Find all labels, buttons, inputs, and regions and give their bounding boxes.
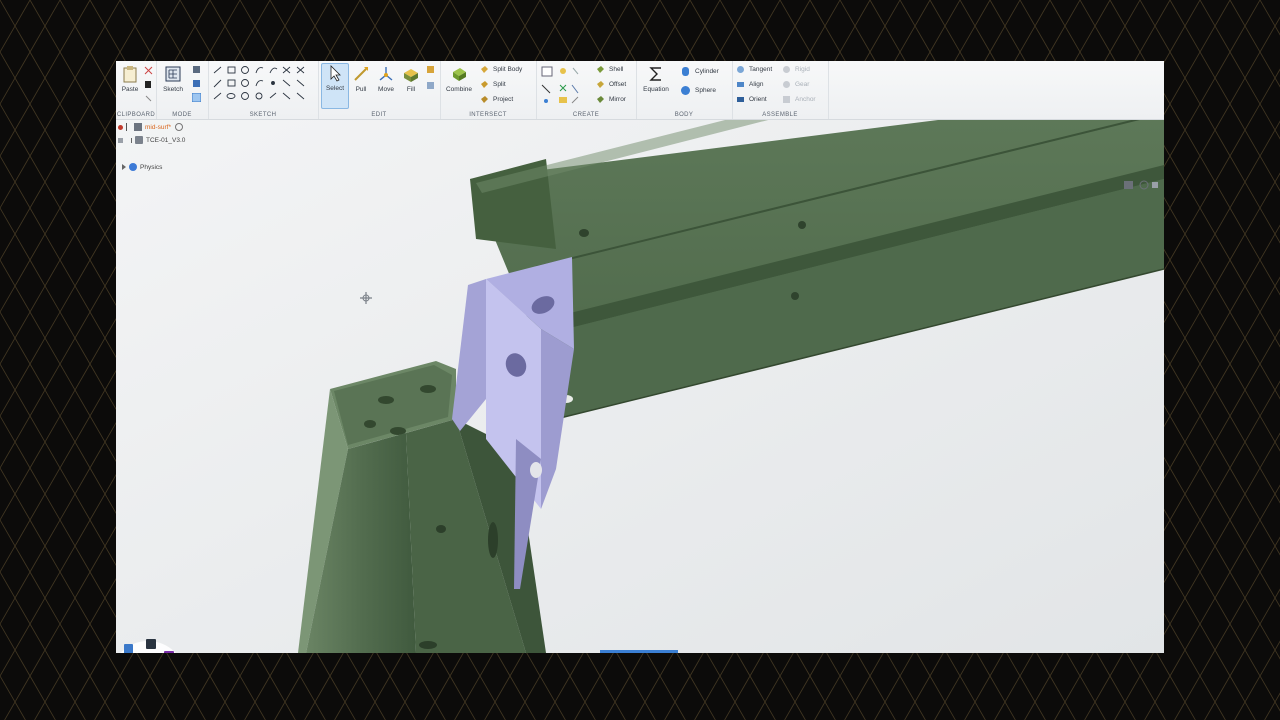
- cut-icon[interactable]: [144, 66, 153, 75]
- gear-button[interactable]: Gear: [782, 78, 809, 90]
- fit-icon: [1152, 182, 1158, 188]
- copy-icon[interactable]: [144, 80, 153, 89]
- pull-button[interactable]: Pull: [348, 65, 374, 93]
- anchor-icon: [783, 95, 790, 103]
- mode-group: Sketch Mode: [156, 61, 209, 119]
- 3d-viewport[interactable]: [116, 119, 1164, 653]
- component-icon: [134, 123, 142, 131]
- group-label: Edit: [371, 112, 387, 118]
- rigid-icon: [783, 65, 790, 73]
- progress-indicator: [600, 650, 678, 653]
- structure-tree[interactable]: mid-surf* TCE-01_V3.0 Physics: [116, 121, 246, 181]
- mirror-icon: [597, 95, 604, 103]
- tree-item-label: mid-surf*: [145, 123, 172, 131]
- tangent-button[interactable]: Tangent: [736, 63, 772, 75]
- equation-icon: [649, 67, 661, 81]
- create-group: Shell Offset Mirror Create: [536, 61, 637, 119]
- combine-icon: [453, 68, 466, 81]
- expand-icon[interactable]: [126, 137, 132, 143]
- format-painter-icon[interactable]: [144, 94, 153, 103]
- 3d-mode-icon[interactable]: [192, 79, 201, 88]
- zoom-icon: [1124, 181, 1133, 189]
- component-icon: [135, 136, 143, 144]
- create-tools-grid[interactable]: [540, 65, 580, 105]
- tree-item-physics[interactable]: Physics: [122, 163, 162, 171]
- fill-icon: [404, 69, 418, 82]
- edit-group: Select Pull Move Fill Edit: [318, 61, 441, 119]
- pull-icon: [354, 67, 368, 81]
- pan-cursor-icon: [360, 292, 372, 304]
- tree-item-child[interactable]: TCE-01_V3.0: [118, 136, 185, 144]
- group-label: Create: [572, 112, 600, 118]
- clipboard-group: Paste Clipboard: [116, 61, 157, 119]
- fill-button[interactable]: Fill: [398, 65, 424, 93]
- mirror-button[interactable]: Mirror: [596, 93, 626, 105]
- expand-arrow-icon[interactable]: [122, 164, 126, 170]
- select-button[interactable]: Select: [321, 63, 349, 109]
- sketch-group: Sketch: [208, 61, 319, 119]
- shell-button[interactable]: Shell: [596, 63, 623, 75]
- settings-icon[interactable]: [175, 123, 184, 131]
- offset-icon: [597, 80, 604, 88]
- sketch-plane-icon[interactable]: [192, 93, 201, 102]
- paste-button[interactable]: Paste: [117, 65, 143, 93]
- align-icon: [737, 81, 744, 87]
- intersect-group: Combine Split Body Split Project Interse…: [440, 61, 537, 119]
- cylinder-icon: [682, 66, 689, 76]
- project-button[interactable]: Project: [480, 93, 513, 105]
- check-icon: [118, 137, 123, 143]
- group-label: Sketch: [249, 112, 277, 118]
- group-label: Clipboard: [116, 112, 156, 118]
- split-button[interactable]: Split: [480, 78, 506, 90]
- gear-icon: [783, 80, 790, 88]
- assemble-group: Tangent Align Orient Rigid Gear Anchor A…: [732, 61, 829, 119]
- sphere-button[interactable]: Sphere: [680, 84, 716, 96]
- orient-button[interactable]: Orient: [736, 93, 767, 105]
- view-tools[interactable]: [1120, 179, 1160, 191]
- sketch-mode-button[interactable]: Sketch: [160, 65, 186, 93]
- tree-item-label: Physics: [140, 163, 163, 171]
- group-label: Intersect: [469, 112, 507, 118]
- anchor-button[interactable]: Anchor: [782, 93, 816, 105]
- tree-connector-icon: [126, 123, 131, 131]
- section-mode-icon[interactable]: [192, 65, 201, 74]
- rotate-icon: [1139, 180, 1149, 190]
- equation-button[interactable]: Equation: [638, 65, 674, 93]
- move-icon: [379, 67, 393, 81]
- split-icon: [481, 80, 488, 88]
- ribbon-toolbar: Paste Clipboard Sketch Mode: [116, 61, 1164, 120]
- offset-button[interactable]: Offset: [596, 78, 626, 90]
- cad-application-window: mid-surf* TCE-01_V3.0 Physics Paste Clip…: [116, 61, 1164, 653]
- model-scene[interactable]: [116, 119, 1164, 653]
- move-button[interactable]: Move: [373, 65, 399, 93]
- combine-button[interactable]: Combine: [442, 65, 476, 93]
- align-button[interactable]: Align: [736, 78, 763, 90]
- tree-item-label: TCE-01_V3.0: [146, 136, 186, 144]
- split-body-icon: [481, 65, 488, 73]
- paste-icon: [123, 66, 137, 83]
- shell-icon: [597, 65, 604, 73]
- rigid-button[interactable]: Rigid: [782, 63, 810, 75]
- body-group: Equation Cylinder Sphere Body: [636, 61, 733, 119]
- error-icon: [118, 124, 123, 130]
- sphere-icon: [681, 85, 690, 95]
- tree-item-root[interactable]: mid-surf*: [118, 123, 186, 131]
- physics-icon: [129, 163, 137, 171]
- cylinder-button[interactable]: Cylinder: [680, 65, 719, 77]
- split-body-button[interactable]: Split Body: [480, 63, 522, 75]
- blend-icon[interactable]: [426, 81, 435, 90]
- select-icon: [330, 65, 341, 82]
- project-icon: [481, 95, 488, 103]
- tangent-icon: [737, 65, 744, 73]
- view-cube-icon[interactable]: [116, 637, 194, 653]
- orient-icon: [737, 96, 744, 102]
- group-label: Mode: [172, 112, 192, 118]
- replace-icon[interactable]: [426, 65, 435, 74]
- sketch-tools-grid[interactable]: [212, 65, 316, 105]
- sketch-icon: [165, 66, 181, 82]
- group-label: Assemble: [762, 112, 798, 118]
- group-label: Body: [674, 112, 694, 118]
